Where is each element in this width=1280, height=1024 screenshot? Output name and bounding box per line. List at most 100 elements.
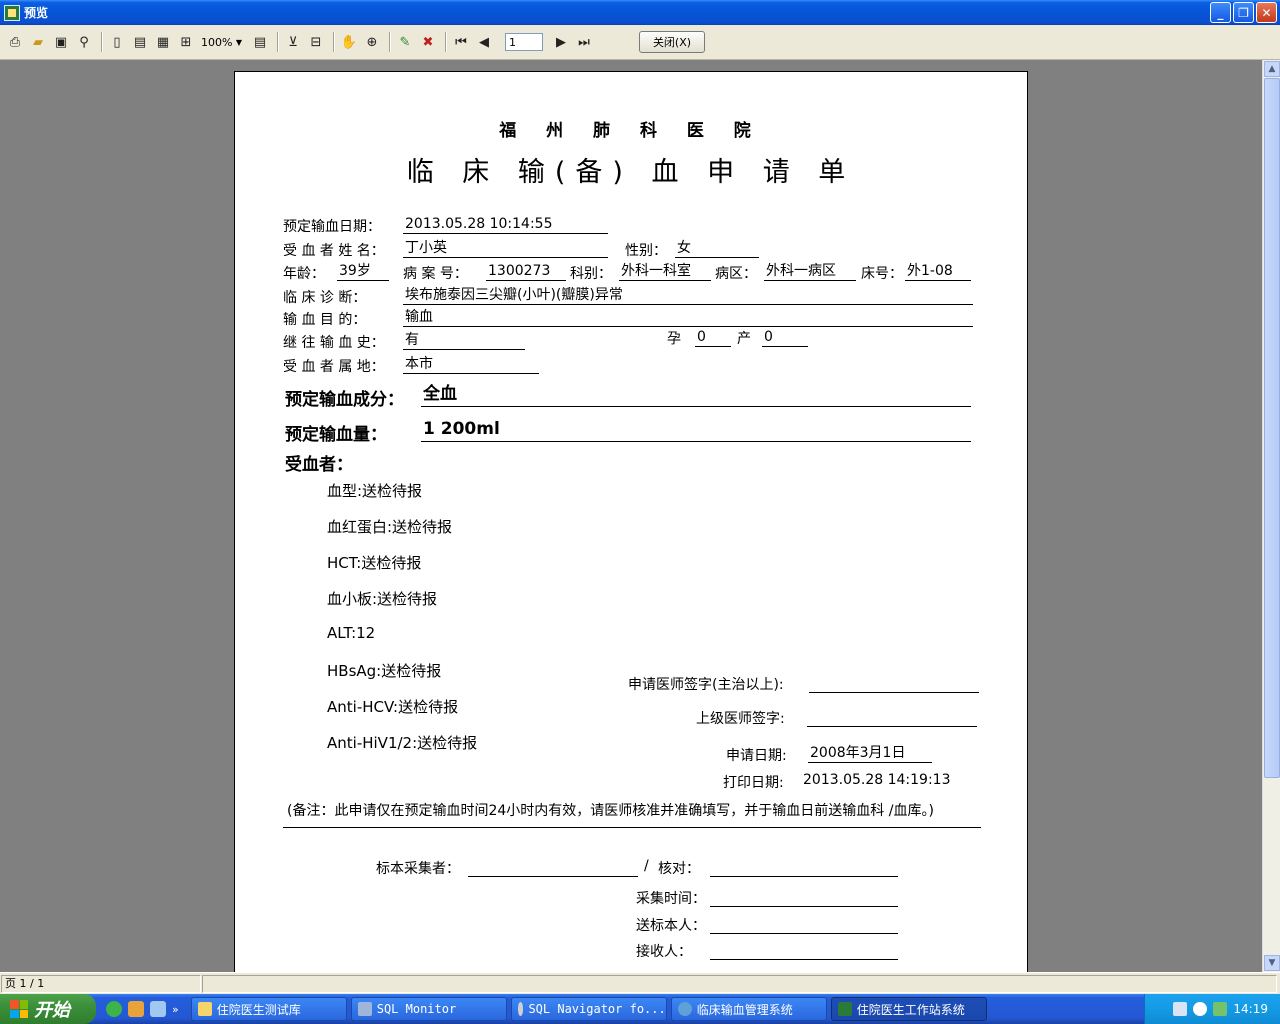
volume-icon[interactable]: [1213, 1002, 1228, 1016]
gender-value: 女: [675, 239, 759, 258]
pregnancy-value: 0: [695, 328, 731, 347]
apply-date-value: 2008年3月1日: [808, 744, 932, 763]
last-page-icon[interactable]: ⏭: [574, 32, 594, 52]
ward-value: 外科一病区: [764, 262, 856, 281]
test-item: 血红蛋白:送检待报: [327, 518, 453, 536]
ward-label: 病区：: [715, 266, 757, 282]
close-window-button[interactable]: ✕: [1256, 2, 1277, 23]
next-page-icon[interactable]: ▶: [551, 32, 571, 52]
history-value: 有: [403, 331, 525, 350]
two-page-icon[interactable]: ▤: [130, 32, 150, 52]
doctor-signature-label: 申请医师签字(主治以上):: [628, 677, 784, 693]
page-width-icon[interactable]: ▤: [250, 32, 270, 52]
task-label: 住院医生工作站系统: [856, 1002, 965, 1017]
vertical-scrollbar[interactable]: ▲ ▼: [1262, 60, 1280, 972]
monitor-icon: [357, 1002, 372, 1016]
media-icon[interactable]: [128, 1001, 144, 1017]
task-button[interactable]: SQL Monitor: [350, 997, 507, 1021]
open-icon[interactable]: ▰: [28, 32, 48, 52]
chevron-down-icon: ▼: [235, 37, 242, 47]
minimize-button[interactable]: _: [1210, 2, 1231, 23]
component-label: 预定输血成分：: [285, 390, 404, 410]
task-button[interactable]: SQL Navigator fo...: [510, 997, 667, 1021]
test-item: HBsAg:送检待报: [327, 662, 442, 680]
document-page: 福 州 肺 科 医 院 临 床 输(备) 血 申 请 单 预定输血日期： 201…: [234, 71, 1028, 991]
toolbar-separator: [389, 32, 391, 52]
network-icon[interactable]: [1193, 1002, 1208, 1016]
edit-icon[interactable]: ✎: [395, 32, 415, 52]
recipient-label: 受血者：: [285, 455, 353, 475]
browser-icon[interactable]: [106, 1001, 122, 1017]
diagnosis-label: 临 床 诊 断：: [283, 290, 367, 306]
case-value: 1300273: [486, 262, 566, 281]
component-value: 全血: [421, 383, 971, 407]
test-item: 血小板:送检待报: [327, 590, 438, 608]
slash-separator: /: [644, 858, 649, 874]
multi-page-icon[interactable]: ⊞: [176, 32, 196, 52]
save-icon[interactable]: ▣: [51, 32, 71, 52]
gender-label: 性别：: [625, 243, 667, 259]
task-label: SQL Monitor: [376, 1002, 457, 1016]
restore-button[interactable]: ❐: [1233, 2, 1254, 23]
receiver-label: 接收人：: [636, 944, 692, 960]
task-button[interactable]: 临床输血管理系统: [670, 997, 827, 1021]
receiver-line: [710, 959, 898, 960]
task-button[interactable]: 住院医生测试库: [190, 997, 347, 1021]
doctor-signature-line: [809, 692, 979, 693]
clock: 14:19: [1233, 1002, 1268, 1016]
start-label: 开始: [34, 1000, 70, 1021]
single-page-icon[interactable]: ▯: [107, 32, 127, 52]
scroll-down-icon[interactable]: ▼: [1264, 955, 1280, 971]
four-page-icon[interactable]: ▦: [153, 32, 173, 52]
page-number-input[interactable]: 1: [505, 33, 543, 51]
navigator-icon: [517, 1002, 524, 1016]
keyboard-icon[interactable]: [1173, 1002, 1188, 1016]
find-icon[interactable]: ⚲: [74, 32, 94, 52]
address-value: 本市: [403, 355, 539, 374]
status-pane: [202, 974, 1277, 993]
amount-label: 预定输血量：: [285, 425, 387, 445]
more-icon[interactable]: »: [172, 1003, 179, 1016]
case-label: 病 案 号：: [403, 266, 468, 282]
bed-label: 床号：: [861, 266, 903, 282]
purpose-value: 输血: [403, 308, 973, 327]
user-icon[interactable]: [150, 1001, 166, 1017]
page-status: 页 1 / 1: [1, 974, 201, 993]
hand-icon[interactable]: ✋: [339, 32, 359, 52]
task-label: 临床输血管理系统: [696, 1002, 793, 1017]
test-item: ALT:12: [327, 624, 376, 642]
note-divider: [283, 827, 981, 828]
print-date-label: 打印日期:: [723, 775, 784, 791]
quick-launch: »: [106, 1001, 179, 1017]
options-icon[interactable]: ⊟: [306, 32, 326, 52]
first-page-icon[interactable]: ⏮: [451, 32, 471, 52]
task-label: 住院医生测试库: [216, 1002, 301, 1017]
dept-label: 科别：: [570, 266, 612, 282]
collector-label: 标本采集者：: [376, 861, 460, 877]
sender-line: [710, 933, 898, 934]
pregnancy-label: 孕: [667, 331, 681, 347]
zoom-icon[interactable]: ⊕: [362, 32, 382, 52]
senior-signature-line: [807, 726, 977, 727]
test-item: Anti-HiV1/2:送检待报: [327, 734, 478, 752]
zoom-select[interactable]: 100% ▼: [199, 33, 244, 51]
app-icon: [837, 1002, 852, 1016]
date-label: 预定输血日期：: [283, 219, 381, 235]
clear-icon[interactable]: ✖: [418, 32, 438, 52]
task-button-active[interactable]: 住院医生工作站系统: [830, 997, 987, 1021]
start-button[interactable]: 开始: [0, 994, 96, 1024]
print-icon[interactable]: ⎙: [5, 32, 25, 52]
close-preview-button[interactable]: 关闭(X): [639, 31, 705, 53]
scroll-up-icon[interactable]: ▲: [1264, 61, 1280, 77]
window-title: 预览: [24, 6, 49, 20]
scroll-thumb[interactable]: [1264, 78, 1280, 778]
zoom-value: 100%: [201, 35, 233, 49]
prev-page-icon[interactable]: ◀: [474, 32, 494, 52]
name-value: 丁小英: [403, 239, 608, 258]
collector-line: [468, 876, 638, 877]
amount-value: 1 200ml: [421, 418, 971, 442]
margins-icon[interactable]: ⊻: [283, 32, 303, 52]
task-label: SQL Navigator fo...: [528, 1002, 666, 1016]
toolbar-separator: [277, 32, 279, 52]
collect-time-label: 采集时间：: [636, 891, 706, 907]
